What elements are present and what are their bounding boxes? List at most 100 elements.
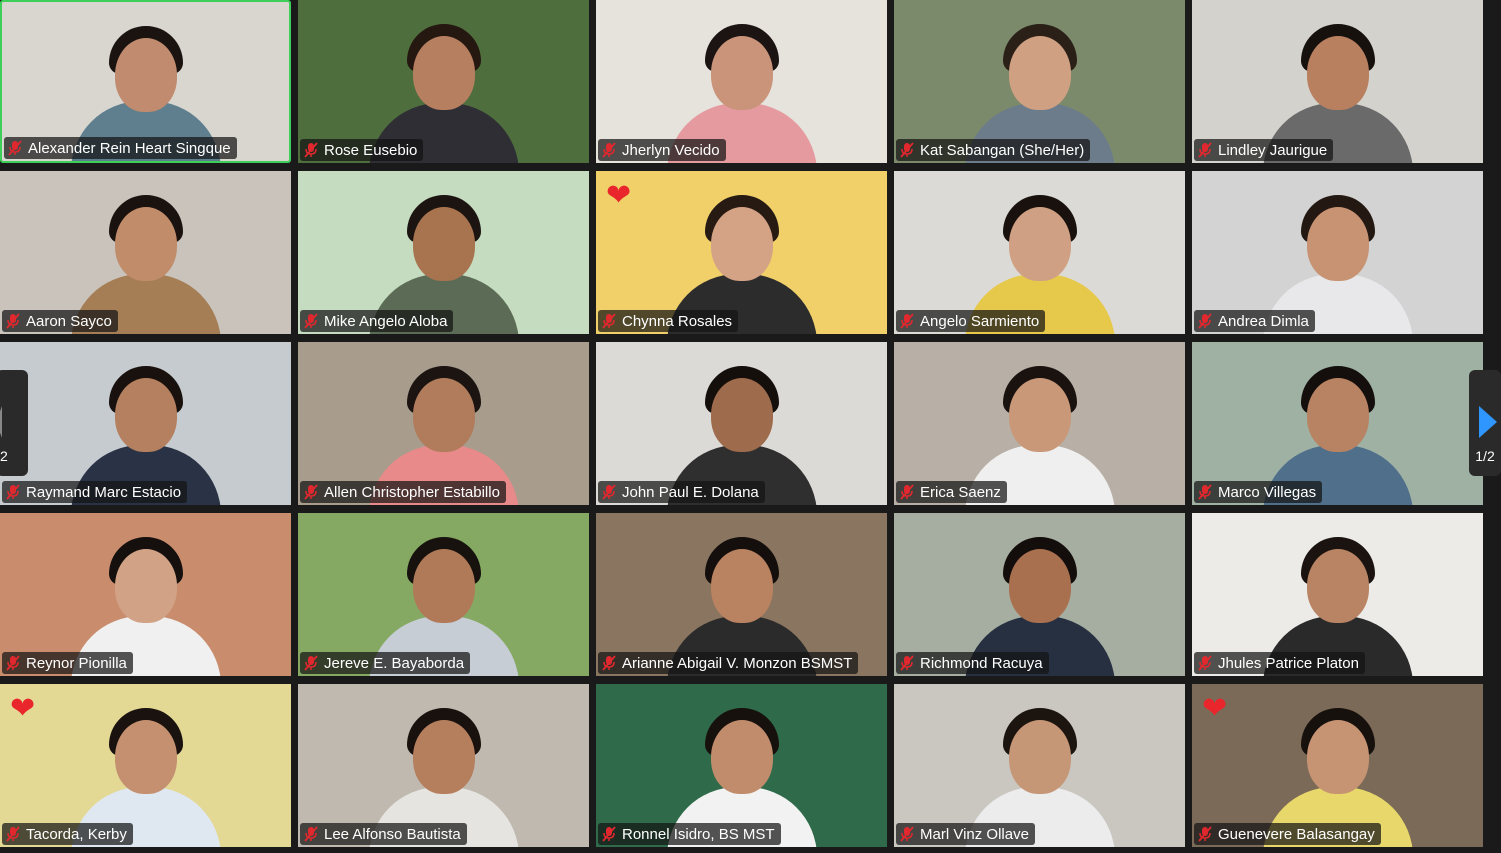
muted-microphone-icon bbox=[602, 142, 616, 158]
page-indicator-right: 1/2 bbox=[1475, 448, 1495, 464]
participant-nameplate: Jereve E. Bayaborda bbox=[300, 652, 471, 674]
muted-microphone-icon bbox=[1198, 313, 1212, 329]
participant-face bbox=[1306, 549, 1369, 623]
participant-name: Aaron Sayco bbox=[26, 312, 112, 330]
participant-tile[interactable]: ❤ Guenevere Balasangay bbox=[1192, 684, 1483, 847]
participant-face bbox=[1306, 378, 1369, 452]
participant-nameplate: Ronnel Isidro, BS MST bbox=[598, 823, 781, 845]
muted-microphone-icon bbox=[900, 142, 914, 158]
participant-nameplate: Allen Christopher Estabillo bbox=[300, 481, 506, 503]
participant-nameplate: Guenevere Balasangay bbox=[1194, 823, 1381, 845]
participant-tile[interactable]: Allen Christopher Estabillo bbox=[298, 342, 589, 505]
participant-tile[interactable]: Jherlyn Vecido bbox=[596, 0, 887, 163]
participant-name: Richmond Racuya bbox=[920, 654, 1043, 672]
participant-tile[interactable]: Marco Villegas bbox=[1192, 342, 1483, 505]
participant-name: Marl Vinz Ollave bbox=[920, 825, 1029, 843]
next-page-button[interactable]: 1/2 bbox=[1469, 370, 1501, 476]
participant-face bbox=[1008, 207, 1071, 281]
participant-tile[interactable]: Lindley Jaurigue bbox=[1192, 0, 1483, 163]
participant-tile[interactable]: Angelo Sarmiento bbox=[894, 171, 1185, 334]
muted-microphone-icon bbox=[304, 484, 318, 500]
participant-nameplate: Marco Villegas bbox=[1194, 481, 1323, 503]
participant-tile[interactable]: Reynor Pionilla bbox=[0, 513, 291, 676]
muted-microphone-icon bbox=[304, 313, 318, 329]
participant-tile[interactable]: Erica Saenz bbox=[894, 342, 1185, 505]
participant-nameplate: Lee Alfonso Bautista bbox=[300, 823, 467, 845]
participant-tile[interactable]: Aaron Sayco bbox=[0, 171, 291, 334]
participant-tile[interactable]: John Paul E. Dolana bbox=[596, 342, 887, 505]
participant-nameplate: Reynor Pionilla bbox=[2, 652, 133, 674]
participant-name: Rose Eusebio bbox=[324, 141, 418, 159]
heart-reaction-icon: ❤ bbox=[606, 179, 632, 212]
participant-nameplate: Lindley Jaurigue bbox=[1194, 139, 1334, 161]
muted-microphone-icon bbox=[304, 655, 318, 671]
participant-nameplate: Jherlyn Vecido bbox=[598, 139, 726, 161]
participant-name: Arianne Abigail V. Monzon BSMST bbox=[622, 654, 853, 672]
muted-microphone-icon bbox=[900, 484, 914, 500]
participant-name: Alexander Rein Heart Singque bbox=[28, 139, 231, 157]
participant-tile[interactable]: Jhules Patrice Platon bbox=[1192, 513, 1483, 676]
participant-nameplate: Andrea Dimla bbox=[1194, 310, 1315, 332]
muted-microphone-icon bbox=[1198, 655, 1212, 671]
participant-nameplate: John Paul E. Dolana bbox=[598, 481, 765, 503]
participant-nameplate: Kat Sabangan (She/Her) bbox=[896, 139, 1091, 161]
participant-tile[interactable]: Marl Vinz Ollave bbox=[894, 684, 1185, 847]
participant-nameplate: Richmond Racuya bbox=[896, 652, 1049, 674]
participant-face bbox=[114, 38, 177, 112]
muted-microphone-icon bbox=[602, 655, 616, 671]
muted-microphone-icon bbox=[602, 826, 616, 842]
participant-name: Guenevere Balasangay bbox=[1218, 825, 1375, 843]
participant-face bbox=[114, 720, 177, 794]
muted-microphone-icon bbox=[602, 313, 616, 329]
previous-page-button[interactable]: 2 bbox=[0, 370, 28, 476]
participant-name: Angelo Sarmiento bbox=[920, 312, 1040, 330]
chevron-left-icon bbox=[0, 406, 2, 438]
participant-name: Allen Christopher Estabillo bbox=[324, 483, 500, 501]
participant-tile[interactable]: Andrea Dimla bbox=[1192, 171, 1483, 334]
participant-tile[interactable]: ❤ Chynna Rosales bbox=[596, 171, 887, 334]
participant-tile[interactable]: ❤ Tacorda, Kerby bbox=[0, 684, 291, 847]
participant-tile[interactable]: Ronnel Isidro, BS MST bbox=[596, 684, 887, 847]
heart-reaction-icon: ❤ bbox=[1202, 692, 1228, 725]
muted-microphone-icon bbox=[6, 826, 20, 842]
participant-name: Tacorda, Kerby bbox=[26, 825, 127, 843]
participant-tile[interactable]: Arianne Abigail V. Monzon BSMST bbox=[596, 513, 887, 676]
participant-face bbox=[114, 549, 177, 623]
participant-face bbox=[412, 549, 475, 623]
participant-name: Jherlyn Vecido bbox=[622, 141, 720, 159]
participant-tile[interactable]: Lee Alfonso Bautista bbox=[298, 684, 589, 847]
muted-microphone-icon bbox=[304, 826, 318, 842]
participant-face bbox=[412, 720, 475, 794]
muted-microphone-icon bbox=[8, 140, 22, 156]
participant-tile[interactable]: Richmond Racuya bbox=[894, 513, 1185, 676]
participant-face bbox=[710, 378, 773, 452]
participant-tile[interactable]: Kat Sabangan (She/Her) bbox=[894, 0, 1185, 163]
participant-face bbox=[710, 36, 773, 110]
participant-name: Erica Saenz bbox=[920, 483, 1001, 501]
participant-nameplate: Chynna Rosales bbox=[598, 310, 739, 332]
participant-face bbox=[1306, 36, 1369, 110]
muted-microphone-icon bbox=[1198, 826, 1212, 842]
participant-tile[interactable]: Alexander Rein Heart Singque bbox=[0, 0, 291, 163]
participant-tile[interactable]: Raymand Marc Estacio bbox=[0, 342, 291, 505]
participant-face bbox=[412, 36, 475, 110]
participant-face bbox=[1306, 720, 1369, 794]
participant-name: Chynna Rosales bbox=[622, 312, 733, 330]
participant-nameplate: Arianne Abigail V. Monzon BSMST bbox=[598, 652, 859, 674]
participant-name: Lee Alfonso Bautista bbox=[324, 825, 461, 843]
participant-face bbox=[412, 378, 475, 452]
participant-nameplate: Mike Angelo Aloba bbox=[300, 310, 454, 332]
arrow-right-icon bbox=[1479, 406, 1497, 438]
participant-nameplate: Rose Eusebio bbox=[300, 139, 424, 161]
participant-nameplate: Aaron Sayco bbox=[2, 310, 118, 332]
muted-microphone-icon bbox=[900, 313, 914, 329]
participant-tile[interactable]: Jereve E. Bayaborda bbox=[298, 513, 589, 676]
participant-nameplate: Marl Vinz Ollave bbox=[896, 823, 1035, 845]
participant-nameplate: Erica Saenz bbox=[896, 481, 1007, 503]
participant-name: Kat Sabangan (She/Her) bbox=[920, 141, 1085, 159]
participant-tile[interactable]: Rose Eusebio bbox=[298, 0, 589, 163]
participant-face bbox=[710, 207, 773, 281]
page-indicator-left: 2 bbox=[0, 448, 8, 464]
participant-tile[interactable]: Mike Angelo Aloba bbox=[298, 171, 589, 334]
participant-face bbox=[710, 549, 773, 623]
